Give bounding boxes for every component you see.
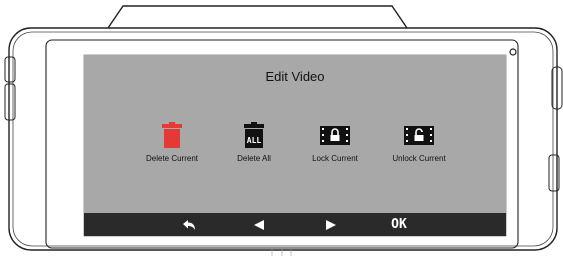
delete-current-option[interactable]: Delete Current bbox=[127, 121, 217, 163]
trash-all-text: ALL bbox=[247, 136, 262, 145]
right-arrow-icon bbox=[326, 219, 336, 230]
display-screen: Edit Video Delete Current ALL Delete All… bbox=[84, 55, 506, 236]
trash-all-icon: ALL bbox=[244, 122, 264, 148]
back-icon bbox=[183, 219, 195, 230]
bottom-nav-bar: OK bbox=[84, 213, 506, 236]
lock-current-option[interactable]: Lock Current bbox=[290, 121, 380, 163]
unlock-current-option[interactable]: Unlock Current bbox=[374, 121, 464, 163]
unlock-current-label: Unlock Current bbox=[392, 154, 446, 163]
ok-button[interactable]: OK bbox=[384, 213, 414, 236]
trash-icon bbox=[162, 122, 182, 148]
next-button[interactable] bbox=[316, 213, 346, 236]
unlock-film-icon bbox=[404, 126, 434, 145]
delete-all-label: Delete All bbox=[237, 154, 271, 163]
delete-current-label: Delete Current bbox=[145, 154, 199, 163]
lock-film-icon bbox=[320, 126, 350, 145]
left-arrow-icon bbox=[254, 219, 264, 230]
lock-current-label: Lock Current bbox=[312, 154, 358, 163]
screen-title: Edit Video bbox=[265, 69, 325, 84]
back-button[interactable] bbox=[174, 213, 204, 236]
ok-label: OK bbox=[391, 217, 407, 232]
previous-button[interactable] bbox=[244, 213, 274, 236]
delete-all-option[interactable]: ALL Delete All bbox=[209, 121, 299, 163]
